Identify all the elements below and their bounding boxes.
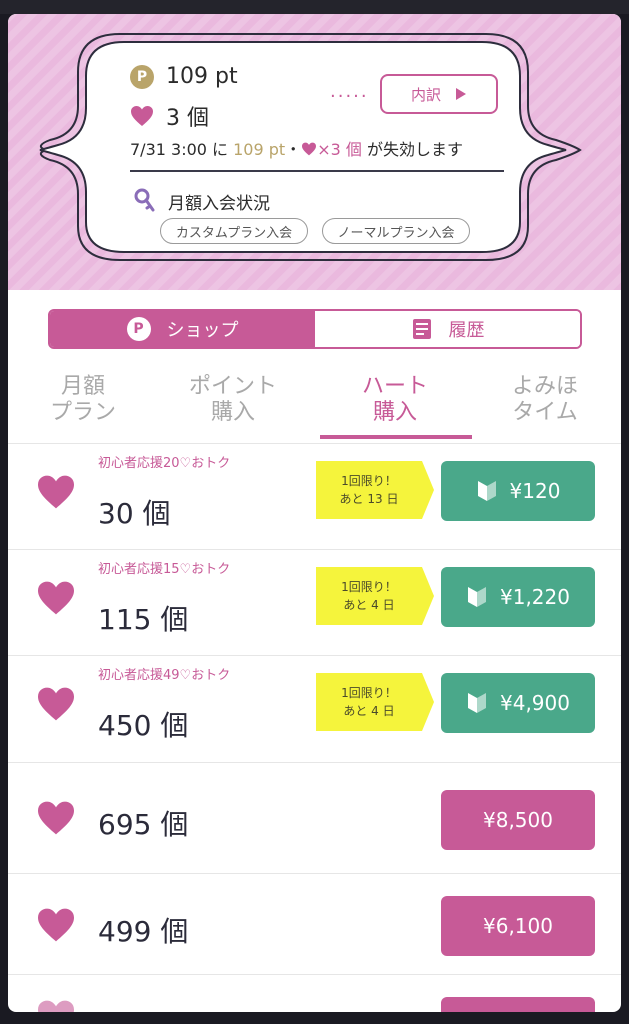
- point-icon: P: [126, 317, 151, 341]
- points-value: 109 pt: [166, 64, 238, 89]
- divider: [130, 170, 504, 172]
- expire-date: 7/31 3:00 に: [130, 140, 234, 159]
- tag-line-2: あと 13 日: [339, 492, 399, 506]
- heart-icon: [38, 475, 74, 509]
- tab-monthly-plan[interactable]: 月額 プラン: [8, 374, 158, 426]
- buy-button[interactable]: ¥4,900: [441, 673, 595, 733]
- expire-points: 109 pt: [233, 140, 286, 159]
- membership-status-row: 月額入会状況: [134, 188, 270, 214]
- beginner-mark-icon: [468, 587, 486, 607]
- tab-shop[interactable]: P ショップ: [50, 311, 315, 347]
- detail-button-label: 内訳: [410, 85, 441, 104]
- product-row: 695 個 ¥8,500: [8, 763, 621, 874]
- tag-line-1: 1回限り！: [341, 686, 397, 700]
- product-row: 初心者応援20♡おトク 30 個 1回限り！ あと 13 日 ¥120: [8, 444, 621, 550]
- history-list-icon: [412, 319, 431, 339]
- expire-separator: ・: [285, 140, 302, 159]
- product-row: 499 個 ¥6,100: [8, 874, 621, 975]
- heart-count: 115 個: [98, 603, 189, 636]
- heart-icon: [38, 687, 74, 721]
- expiration-notice: 7/31 3:00 に 109 pt・ ×3 個 が失効します: [130, 136, 463, 160]
- tag-line-2: あと 4 日: [343, 598, 395, 612]
- play-arrow-icon: [456, 88, 466, 100]
- category-tabs: 月額 プラン ポイント 購入 ハート 購入 よみほ タイム: [8, 364, 621, 444]
- status-card-area: P 109 pt 3 個 ····· 内訳 7/31 3:00 に 109 pt…: [8, 14, 621, 290]
- heart-icon: [38, 908, 74, 942]
- points-row: P 109 pt: [130, 64, 238, 89]
- tab-heart-purchase[interactable]: ハート 購入: [320, 374, 470, 426]
- tab-point-purchase[interactable]: ポイント 購入: [158, 374, 308, 426]
- buy-button-partial[interactable]: [441, 997, 595, 1012]
- beginner-mark-icon: [468, 693, 486, 713]
- heart-icon: [38, 581, 74, 615]
- tag-line-1: 1回限り！: [341, 474, 397, 488]
- price-label: ¥8,500: [483, 808, 553, 832]
- price-label: ¥1,220: [500, 585, 570, 609]
- promo-label: 初心者応援49♡おトク: [98, 668, 231, 683]
- normal-plan-badge: ノーマルプラン入会: [322, 218, 470, 244]
- hearts-value: 3 個: [166, 106, 209, 131]
- expire-hearts: ×3 個: [317, 140, 362, 159]
- heart-icon: [37, 1000, 74, 1012]
- heart-count: 450 個: [98, 709, 189, 742]
- promo-label: 初心者応援20♡おトク: [98, 456, 231, 471]
- expire-suffix: が失効します: [361, 140, 463, 159]
- limited-offer-tag: 1回限り！ あと 4 日: [316, 567, 434, 625]
- limited-offer-tag: 1回限り！ あと 4 日: [316, 673, 434, 731]
- custom-plan-badge: カスタムプラン入会: [160, 218, 308, 244]
- buy-button[interactable]: ¥8,500: [441, 790, 595, 850]
- promo-label: 初心者応援15♡おトク: [98, 562, 231, 577]
- price-label: ¥6,100: [483, 914, 553, 938]
- product-row-partial: [8, 975, 621, 1012]
- tag-line-1: 1回限り！: [341, 580, 397, 594]
- key-icon: [134, 188, 155, 212]
- small-heart-icon: [302, 142, 317, 156]
- top-strip: [0, 0, 629, 14]
- shop-history-toggle: P ショップ 履歴: [48, 309, 582, 349]
- detail-button[interactable]: 内訳: [380, 74, 498, 114]
- buy-button[interactable]: ¥120: [441, 461, 595, 521]
- product-row: 初心者応援49♡おトク 450 個 1回限り！ あと 4 日 ¥4,900: [8, 656, 621, 763]
- point-coin-icon: P: [130, 64, 154, 89]
- heart-count: 30 個: [98, 497, 171, 530]
- limited-offer-tag: 1回限り！ あと 13 日: [316, 461, 434, 519]
- heart-count: 695 個: [98, 808, 189, 841]
- heart-icon: [38, 801, 74, 835]
- heart-count: 499 個: [98, 915, 189, 948]
- heart-icon: [131, 106, 153, 126]
- shop-panel: P 109 pt 3 個 ····· 内訳 7/31 3:00 に 109 pt…: [8, 14, 621, 1012]
- price-label: ¥4,900: [500, 691, 570, 715]
- price-label: ¥120: [509, 479, 561, 503]
- active-tab-indicator: [320, 435, 472, 439]
- product-row: 初心者応援15♡おトク 115 個 1回限り！ あと 4 日 ¥1,220: [8, 550, 621, 656]
- buy-button[interactable]: ¥1,220: [441, 567, 595, 627]
- beginner-mark-icon: [477, 481, 496, 501]
- tab-history[interactable]: 履歴: [315, 311, 580, 347]
- tag-line-2: あと 4 日: [343, 704, 395, 718]
- hearts-row: 3 個: [130, 100, 209, 132]
- membership-label: 月額入会状況: [168, 193, 270, 214]
- tab-history-label: 履歴: [448, 320, 485, 341]
- tab-yomiho-time[interactable]: よみほ タイム: [470, 374, 620, 426]
- tab-shop-label: ショップ: [166, 320, 239, 341]
- dots-separator: ·····: [330, 86, 369, 107]
- buy-button[interactable]: ¥6,100: [441, 896, 595, 956]
